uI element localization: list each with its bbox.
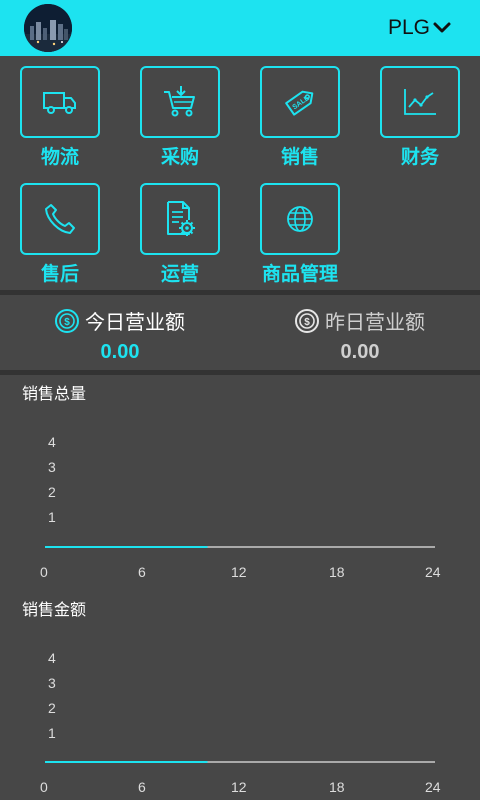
menu-sales-box[interactable]: SALE	[260, 66, 340, 138]
chart-sales-amount-plot	[45, 761, 435, 763]
y-tick: 2	[48, 484, 56, 500]
chart-sales-quantity-plot	[45, 546, 435, 548]
svg-text:$: $	[64, 317, 70, 328]
x-tick: 12	[231, 779, 247, 795]
x-tick: 24	[425, 564, 441, 580]
coin-icon: $	[55, 308, 79, 333]
today-revenue-label: 今日营业额	[85, 310, 185, 334]
x-tick: 24	[425, 779, 441, 795]
divider-bottom	[0, 370, 480, 375]
yesterday-revenue-value: 0.00	[340, 341, 380, 363]
coin-icon: $	[295, 308, 319, 333]
chart-sales-quantity-title: 销售总量	[22, 384, 87, 403]
menu-after-sales-box[interactable]	[20, 183, 100, 255]
menu-operations-label: 运营	[160, 263, 199, 285]
svg-text:$: $	[304, 317, 310, 328]
document-gear-icon	[163, 200, 197, 238]
today-revenue-value: 0.00	[100, 341, 140, 363]
y-tick: 3	[48, 675, 56, 691]
chart-sales-amount-title: 销售金额	[22, 600, 87, 619]
y-tick: 2	[48, 700, 56, 716]
x-tick: 18	[329, 564, 345, 580]
menu-sales-label: 销售	[280, 146, 319, 168]
menu-product-management-box[interactable]	[260, 183, 340, 255]
x-tick: 18	[329, 779, 345, 795]
y-tick: 3	[48, 459, 56, 475]
y-tick: 1	[48, 509, 56, 525]
menu-purchase-label: 采购	[160, 146, 199, 168]
x-tick: 0	[40, 564, 48, 580]
y-tick: 4	[48, 650, 56, 666]
today-revenue: $ 今日营业额 0.00	[0, 306, 240, 364]
brand-label: PLG	[387, 16, 430, 39]
cart-icon	[162, 86, 198, 118]
menu-operations-box[interactable]	[140, 183, 220, 255]
menu-finance-label: 财务	[400, 146, 439, 168]
menu-finance[interactable]: 财务	[360, 66, 480, 176]
y-tick: 1	[48, 725, 56, 741]
brand-selector[interactable]: PLG	[388, 14, 452, 42]
menu-logistics-label: 物流	[40, 146, 79, 168]
yesterday-revenue: $ 昨日营业额 0.00	[240, 306, 480, 364]
top-bar: PLG	[0, 0, 480, 56]
x-tick: 6	[138, 564, 146, 580]
divider-top	[0, 290, 480, 295]
menu-logistics-box[interactable]	[20, 66, 100, 138]
line-chart-icon	[402, 87, 438, 117]
y-tick: 4	[48, 434, 56, 450]
menu-finance-box[interactable]	[380, 66, 460, 138]
menu-after-sales-label: 售后	[40, 263, 79, 285]
globe-icon	[285, 204, 315, 234]
phone-icon	[43, 202, 77, 236]
chevron-down-icon	[432, 20, 452, 36]
x-tick: 12	[231, 564, 247, 580]
menu-purchase-box[interactable]	[140, 66, 220, 138]
sale-tag-icon: SALE	[282, 84, 318, 120]
x-tick: 0	[40, 779, 48, 795]
menu-product-management-label: 商品管理	[261, 263, 338, 285]
avatar[interactable]	[24, 4, 72, 52]
yesterday-revenue-label: 昨日营业额	[325, 310, 425, 334]
x-tick: 6	[138, 779, 146, 795]
menu-product-management[interactable]: 商品管理	[240, 183, 400, 293]
truck-icon	[42, 87, 78, 117]
